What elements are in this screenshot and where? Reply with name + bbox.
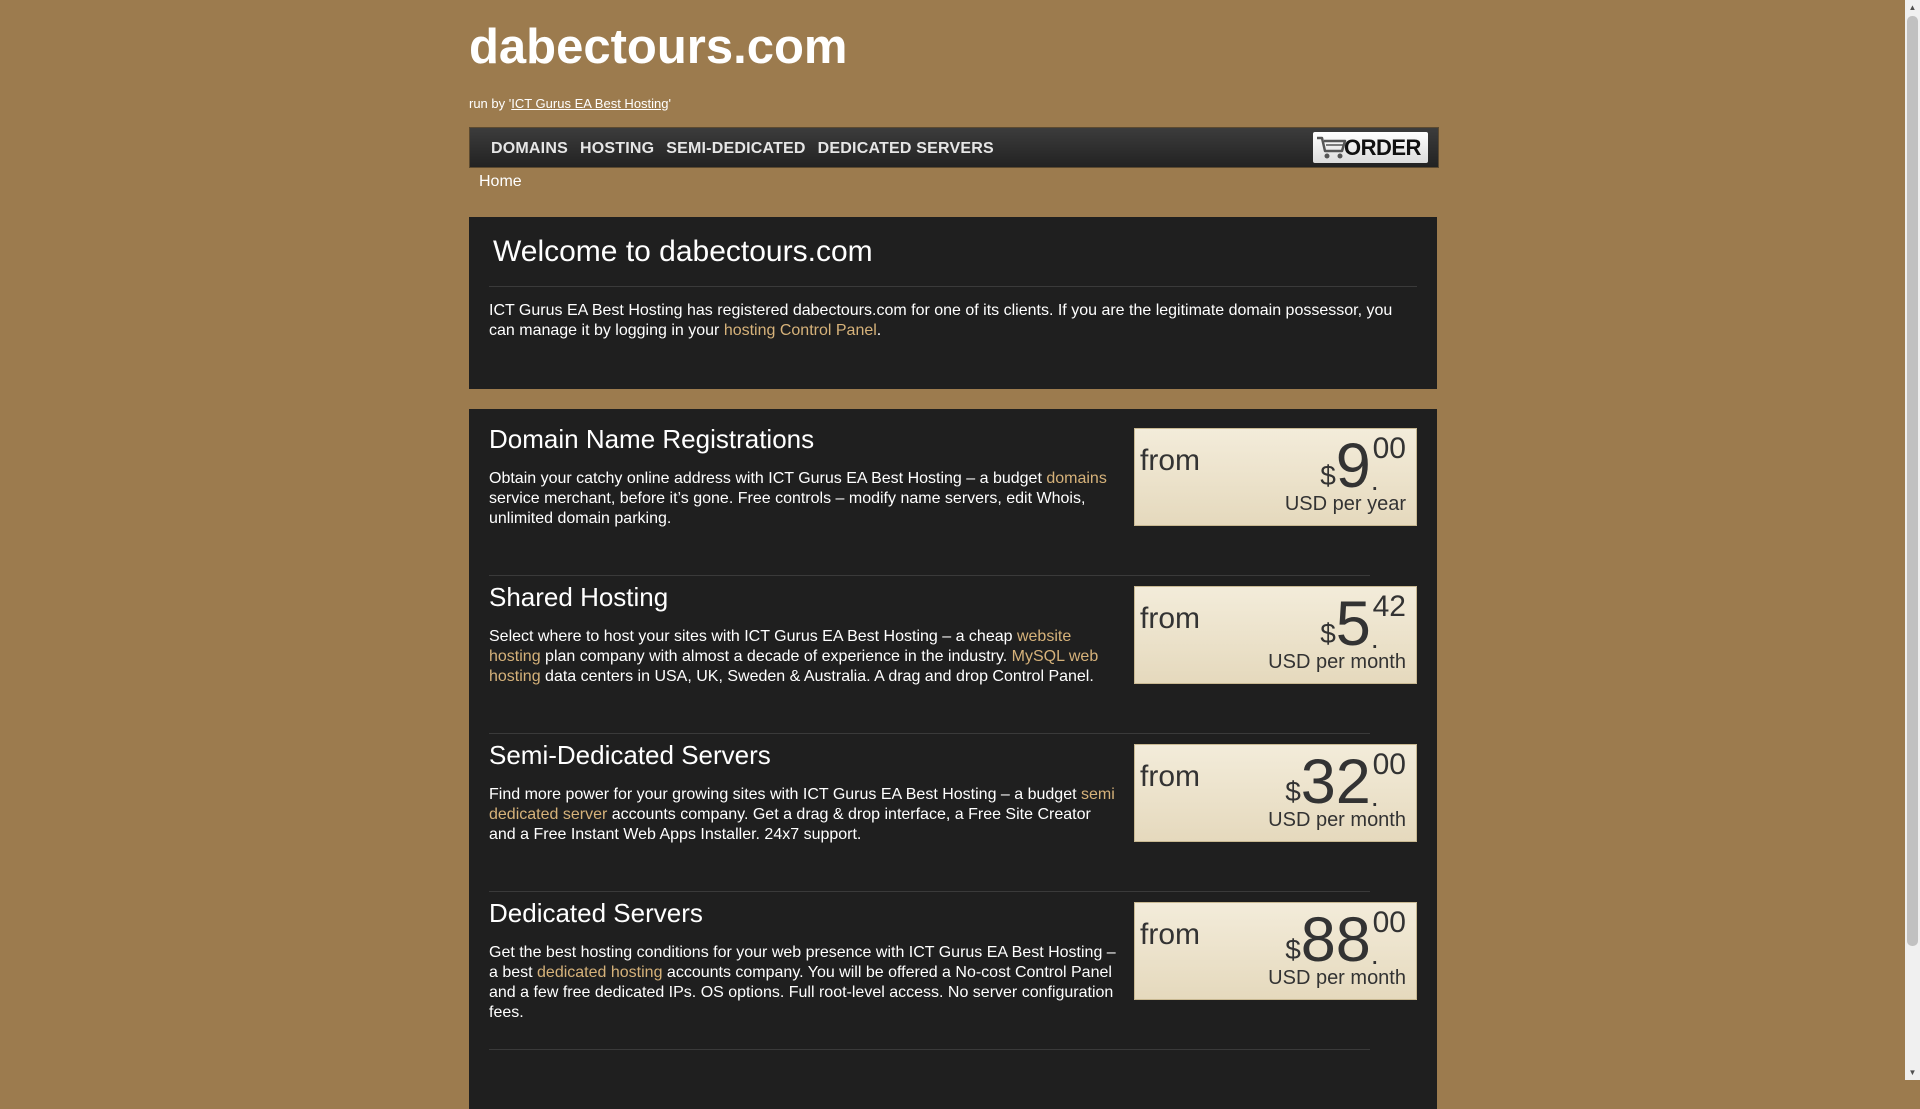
- service-description: Obtain your catchy online address with I…: [489, 469, 1119, 529]
- price-currency: $: [1320, 618, 1336, 649]
- nav-item-semi-dedicated[interactable]: SEMI-DEDICATED: [666, 140, 805, 158]
- price-box: from $ 88 . 00 USD per month: [1134, 902, 1417, 1000]
- price-period: USD per year: [1284, 493, 1406, 515]
- text-segment: Find more power for your growing sites w…: [489, 786, 1081, 803]
- divider: [489, 286, 1417, 287]
- price-box: from $ 9 . 00 USD per year: [1134, 428, 1417, 526]
- service-title: Semi-Dedicated Servers: [489, 740, 771, 770]
- price-cents: 00: [1372, 906, 1406, 939]
- price-currency: $: [1285, 934, 1301, 965]
- scroll-down-arrow-icon[interactable]: ▼: [1905, 1065, 1920, 1080]
- page-container: dabectours.com run by 'ICT Gurus EA Best…: [469, 0, 1439, 1109]
- order-label: ORDER: [1344, 134, 1421, 160]
- divider: [489, 1049, 1370, 1050]
- text-segment: Select where to host your sites with ICT…: [489, 628, 1017, 645]
- runby-prefix: run by ': [469, 96, 512, 111]
- welcome-title: Welcome to dabectours.com: [493, 235, 873, 268]
- price-from: from: [1140, 602, 1200, 635]
- price-period: USD per month: [1268, 651, 1406, 673]
- text-segment: data centers in USA, UK, Sweden & Austra…: [540, 668, 1094, 685]
- price-period: USD per month: [1268, 809, 1406, 831]
- scrollbar-thumb[interactable]: [1907, 16, 1918, 946]
- order-button[interactable]: ORDER: [1313, 132, 1428, 163]
- nav-item-hosting[interactable]: HOSTING: [580, 140, 654, 158]
- price-cents: 00: [1372, 432, 1406, 465]
- price-amount: $ 5 . 42: [1320, 590, 1406, 658]
- text-segment: Obtain your catchy online address with I…: [489, 470, 1047, 487]
- price-box: from $ 5 . 42 USD per month: [1134, 586, 1417, 684]
- service-description: Select where to host your sites with ICT…: [489, 627, 1119, 687]
- nav-item-dedicated-servers[interactable]: DEDICATED SERVERS: [818, 140, 994, 158]
- dedicated-hosting-link[interactable]: dedicated hosting: [537, 964, 662, 981]
- price-currency: $: [1285, 776, 1301, 807]
- domains-link[interactable]: domains: [1046, 470, 1106, 487]
- main-navbar: DOMAINS HOSTING SEMI-DEDICATED DEDICATED…: [469, 127, 1439, 168]
- price-integer: 88: [1300, 905, 1371, 975]
- welcome-text-after: .: [876, 322, 882, 339]
- service-title: Shared Hosting: [489, 582, 669, 612]
- nav-item-domains[interactable]: DOMAINS: [491, 140, 568, 158]
- price-from: from: [1140, 444, 1200, 477]
- price-integer: 5: [1335, 589, 1371, 659]
- price-integer: 9: [1335, 431, 1371, 501]
- price-integer: 32: [1300, 747, 1371, 817]
- runby-suffix: ': [668, 96, 671, 111]
- runby-link[interactable]: ICT Gurus EA Best Hosting: [511, 96, 668, 111]
- service-title: Dedicated Servers: [489, 898, 703, 928]
- welcome-text-before: ICT Gurus EA Best Hosting has registered…: [489, 302, 1393, 339]
- service-description: Get the best hosting conditions for your…: [489, 943, 1119, 1023]
- price-amount: $ 32 . 00: [1285, 748, 1406, 816]
- price-cents: 42: [1372, 590, 1406, 623]
- service-shared-hosting: Shared Hosting Select where to host your…: [489, 567, 1417, 734]
- service-domains: Domain Name Registrations Obtain your ca…: [489, 409, 1417, 576]
- price-cents: 00: [1372, 748, 1406, 781]
- price-period: USD per month: [1268, 967, 1406, 989]
- vertical-scrollbar[interactable]: ▲ ▼: [1905, 0, 1920, 1080]
- runby-line: run by 'ICT Gurus EA Best Hosting': [469, 96, 1439, 111]
- nav-menu: DOMAINS HOSTING SEMI-DEDICATED DEDICATED…: [491, 140, 994, 158]
- service-description: Find more power for your growing sites w…: [489, 785, 1119, 845]
- site-title: dabectours.com: [469, 20, 848, 74]
- price-amount: $ 9 . 00: [1320, 432, 1406, 500]
- service-semi-dedicated: Semi-Dedicated Servers Find more power f…: [489, 725, 1417, 892]
- control-panel-link[interactable]: hosting Control Panel: [724, 322, 877, 339]
- services-panel: Domain Name Registrations Obtain your ca…: [469, 409, 1437, 1109]
- price-currency: $: [1320, 460, 1336, 491]
- price-from: from: [1140, 918, 1200, 951]
- welcome-panel: Welcome to dabectours.com ICT Gurus EA B…: [469, 217, 1437, 389]
- price-amount: $ 88 . 00: [1285, 906, 1406, 974]
- price-from: from: [1140, 760, 1200, 793]
- welcome-text: ICT Gurus EA Best Hosting has registered…: [489, 301, 1397, 341]
- scroll-up-arrow-icon[interactable]: ▲: [1905, 0, 1920, 15]
- text-segment: service merchant, before it’s gone. Free…: [489, 490, 1086, 527]
- price-box: from $ 32 . 00 USD per month: [1134, 744, 1417, 842]
- text-segment: plan company with almost a decade of exp…: [540, 648, 1012, 665]
- service-title: Domain Name Registrations: [489, 424, 815, 454]
- service-dedicated: Dedicated Servers Get the best hosting c…: [489, 883, 1417, 1050]
- breadcrumb: Home: [479, 173, 522, 190]
